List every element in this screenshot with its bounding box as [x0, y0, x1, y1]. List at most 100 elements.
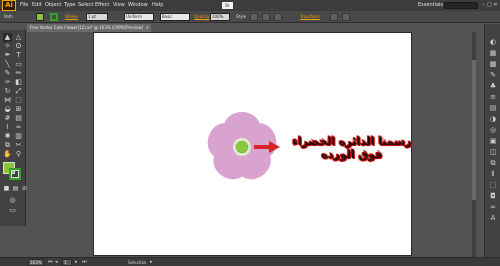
- selection-tool-icon[interactable]: ▲: [3, 33, 12, 42]
- artboard-number-field[interactable]: 1: [62, 259, 72, 266]
- screen-mode-icon[interactable]: ▭: [8, 206, 17, 215]
- layers-panel-icon[interactable]: ◫: [489, 148, 497, 156]
- color-guide-panel-icon[interactable]: ▦: [489, 49, 497, 57]
- blob-brush-tool-icon[interactable]: ✑: [3, 78, 12, 87]
- free-transform-tool-icon[interactable]: ⬚: [14, 96, 23, 105]
- scale-tool-icon[interactable]: ⤢: [14, 87, 23, 96]
- stroke-weight-field[interactable]: 1 pt: [86, 13, 108, 21]
- illustrator-window: Ai File Edit Object Type Select Effect V…: [0, 0, 500, 266]
- opacity-field[interactable]: 100%: [210, 13, 230, 21]
- stroke-swatch[interactable]: [9, 168, 21, 180]
- swatches-panel-icon[interactable]: ▩: [489, 60, 497, 68]
- type-panel-icon[interactable]: A: [489, 214, 497, 222]
- menu-edit[interactable]: Edit: [32, 2, 42, 9]
- menu-help[interactable]: Help: [152, 2, 163, 9]
- pathfinder-panel-icon[interactable]: ◘: [489, 192, 497, 200]
- menu-view[interactable]: View: [113, 2, 125, 9]
- vertical-scrollbar-thumb[interactable]: [472, 60, 476, 200]
- slice-tool-icon[interactable]: ✂: [14, 141, 23, 150]
- menu-object[interactable]: Object: [45, 2, 61, 9]
- menu-type[interactable]: Type: [64, 2, 75, 9]
- document-tab-title: Free Vector Cute Flower(12).ai* @ 163% (…: [30, 25, 144, 30]
- menu-file[interactable]: File: [20, 2, 28, 9]
- fill-color-swatch[interactable]: [36, 13, 44, 21]
- selection-type-label: Path: [4, 14, 13, 19]
- line-tool-icon[interactable]: ╲: [3, 60, 12, 69]
- status-menu-icon[interactable]: ▸: [150, 259, 153, 266]
- control-bar: Path Stroke 1 pt Uniform Basic Opacity 1…: [0, 11, 500, 23]
- stamen-dot: [233, 149, 237, 152]
- links-panel-icon[interactable]: ∞: [489, 203, 497, 211]
- graphic-style-picker[interactable]: [250, 13, 258, 21]
- maximize-button[interactable]: □: [487, 2, 492, 8]
- pen-tool-icon[interactable]: ✒: [3, 51, 12, 60]
- help-search-input[interactable]: [444, 2, 478, 9]
- annotation-text: رسمنا الدائره الخضراء فوق الورده: [282, 135, 422, 161]
- bridge-button[interactable]: Br: [222, 2, 233, 9]
- stroke-color-swatch[interactable]: [50, 13, 58, 21]
- stroke-panel-icon[interactable]: ≡: [489, 93, 497, 101]
- gradient-tool-icon[interactable]: ▤: [14, 114, 23, 123]
- panel-menu-icon[interactable]: [342, 13, 350, 21]
- width-tool-icon[interactable]: ⋈: [3, 96, 12, 105]
- variable-width-profile-dropdown[interactable]: Uniform: [124, 13, 154, 21]
- color-panel-icon[interactable]: ◐: [489, 38, 497, 46]
- appearance-panel-icon[interactable]: ◎: [489, 126, 497, 134]
- first-artboard-icon[interactable]: ⏮: [48, 259, 53, 266]
- hand-tool-icon[interactable]: ✋: [3, 150, 12, 159]
- zoom-field[interactable]: 163%: [28, 259, 44, 266]
- next-artboard-icon[interactable]: ▸: [75, 259, 78, 266]
- minimize-button[interactable]: –: [481, 2, 486, 8]
- transform-link[interactable]: Transform: [300, 14, 320, 20]
- symbol-sprayer-tool-icon[interactable]: ✺: [3, 132, 12, 141]
- perspective-grid-tool-icon[interactable]: ⊞: [14, 105, 23, 114]
- rotate-tool-icon[interactable]: ↻: [3, 87, 12, 96]
- previous-artboard-icon[interactable]: ◂: [55, 259, 58, 266]
- eyedropper-tool-icon[interactable]: ⌇: [3, 123, 12, 132]
- artboards-panel-icon[interactable]: ⧉: [489, 159, 497, 167]
- workspace-switcher[interactable]: Essentials ▾: [418, 2, 447, 9]
- pencil-tool-icon[interactable]: ✏: [14, 69, 23, 78]
- graphic-styles-panel-icon[interactable]: ▣: [489, 137, 497, 145]
- blend-tool-icon[interactable]: ∞: [14, 123, 23, 132]
- vertical-scrollbar[interactable]: [472, 32, 476, 257]
- align-options-icon[interactable]: [274, 13, 282, 21]
- zoom-tool-icon[interactable]: ⚲: [14, 150, 23, 159]
- document-tab[interactable]: Free Vector Cute Flower(12).ai* @ 163% (…: [27, 24, 151, 32]
- stamen-dot: [242, 137, 246, 141]
- menu-window[interactable]: Window: [128, 2, 148, 9]
- recolor-artwork-icon[interactable]: [262, 13, 270, 21]
- stroke-link[interactable]: Stroke: [65, 14, 78, 20]
- symbols-panel-icon[interactable]: ♣: [489, 82, 497, 90]
- draw-mode-icon[interactable]: ◎: [8, 196, 17, 205]
- direct-selection-tool-icon[interactable]: △: [14, 33, 23, 42]
- mesh-tool-icon[interactable]: #: [3, 114, 12, 123]
- shape-builder-tool-icon[interactable]: ◒: [3, 105, 12, 114]
- gradient-mode-icon[interactable]: ▤: [11, 184, 20, 193]
- brush-definition-dropdown[interactable]: Basic: [160, 13, 190, 21]
- gradient-panel-icon[interactable]: ▤: [489, 104, 497, 112]
- transform-panel-icon[interactable]: ⬚: [489, 181, 497, 189]
- paintbrush-tool-icon[interactable]: ✎: [3, 69, 12, 78]
- magic-wand-tool-icon[interactable]: ✧: [3, 42, 12, 51]
- column-graph-tool-icon[interactable]: ▥: [14, 132, 23, 141]
- green-circle[interactable]: [235, 140, 249, 154]
- brushes-panel-icon[interactable]: ✎: [489, 71, 497, 79]
- close-button[interactable]: ✕: [493, 2, 498, 8]
- close-document-icon[interactable]: ×: [146, 25, 149, 31]
- transparency-panel-icon[interactable]: ◑: [489, 115, 497, 123]
- stamen-dot: [233, 142, 237, 145]
- color-mode-icon[interactable]: ■: [2, 184, 11, 193]
- menu-select[interactable]: Select: [78, 2, 93, 9]
- opacity-link[interactable]: Opacity: [194, 14, 209, 20]
- artboard-tool-icon[interactable]: ⧉: [3, 141, 12, 150]
- align-panel-icon[interactable]: ⫴: [489, 170, 497, 178]
- type-tool-icon[interactable]: T: [14, 51, 23, 60]
- eraser-tool-icon[interactable]: ◧: [14, 78, 23, 87]
- menu-effect[interactable]: Effect: [95, 2, 109, 9]
- lasso-tool-icon[interactable]: ʘ: [14, 42, 23, 51]
- isolate-selected-icon[interactable]: [330, 13, 338, 21]
- annotation-line-1: رسمنا الدائره الخضراء: [292, 135, 412, 148]
- rectangle-tool-icon[interactable]: ▭: [14, 60, 23, 69]
- last-artboard-icon[interactable]: ⏭: [82, 259, 87, 266]
